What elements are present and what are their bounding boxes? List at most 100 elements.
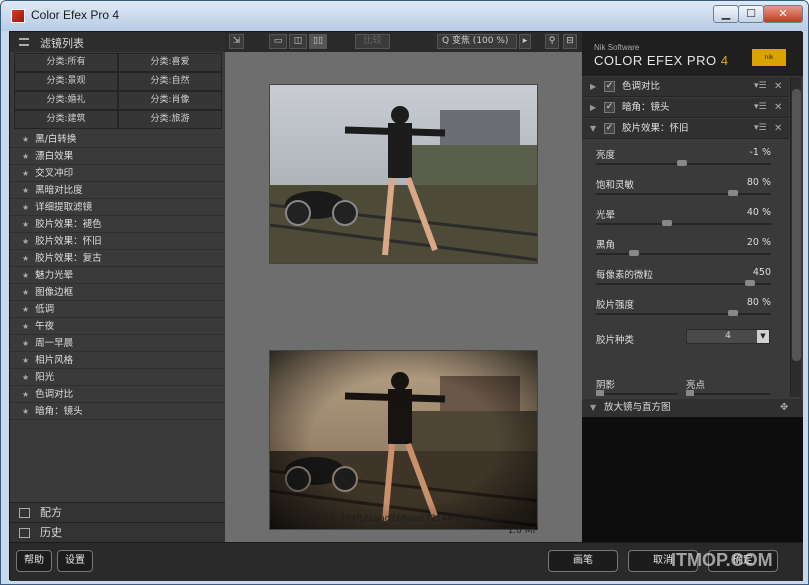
film-type-select[interactable]: 4 ▼ bbox=[686, 329, 770, 344]
slider-knob[interactable] bbox=[744, 280, 755, 286]
panel-scrollbar[interactable] bbox=[790, 77, 801, 397]
star-icon[interactable]: ★ bbox=[22, 203, 29, 212]
filter-item[interactable]: ★ 午夜 bbox=[10, 318, 225, 335]
star-icon[interactable]: ★ bbox=[22, 186, 29, 195]
side-by-side-icon[interactable]: ▯▯ bbox=[309, 34, 327, 49]
star-icon[interactable]: ★ bbox=[22, 152, 29, 161]
chevron-down-icon[interactable]: ▼ bbox=[757, 330, 769, 343]
slider-grain[interactable]: 每像素的微粒 450 bbox=[582, 264, 789, 294]
category-portrait[interactable]: 分类:肖像 bbox=[118, 91, 222, 110]
pin-icon[interactable]: ✥ bbox=[780, 399, 788, 417]
filter-panel-vignette-lens[interactable]: ▶ ✓ 暗角：镜头 ▾☰ ✕ bbox=[582, 98, 789, 118]
shadows-knob[interactable] bbox=[596, 390, 604, 396]
filter-item[interactable]: ★ 胶片效果：复古 bbox=[10, 250, 225, 267]
star-icon[interactable]: ★ bbox=[22, 254, 29, 263]
filter-item[interactable]: ★ 胶片效果：褪色 bbox=[10, 216, 225, 233]
category-all[interactable]: 分类:所有 bbox=[14, 53, 118, 72]
filter-item[interactable]: ★ 魅力光晕 bbox=[10, 267, 225, 284]
expand-arrow-icon[interactable]: ▶ bbox=[590, 77, 596, 96]
star-icon[interactable]: ★ bbox=[22, 305, 29, 314]
slider-knob[interactable] bbox=[728, 310, 738, 316]
settings-button[interactable]: 设置 bbox=[57, 550, 93, 572]
highlights-track[interactable] bbox=[686, 393, 770, 395]
filter-panel-film-vintage[interactable]: ▼ ✓ 胶片效果：怀旧 ▾☰ ✕ bbox=[582, 119, 789, 139]
highlights-knob[interactable] bbox=[686, 390, 694, 396]
slider-brightness[interactable]: 亮度 -1 % bbox=[582, 144, 789, 174]
split-view-icon[interactable]: ◫ bbox=[289, 34, 307, 49]
filter-item[interactable]: ★ 详细提取滤镜 bbox=[10, 199, 225, 216]
filter-item[interactable]: ★ 黑/白转换 bbox=[10, 131, 225, 148]
collapse-arrow-icon[interactable]: ▼ bbox=[590, 119, 596, 138]
slider-track[interactable] bbox=[596, 253, 771, 255]
category-wedding[interactable]: 分类:婚礼 bbox=[14, 91, 118, 110]
slider-knob[interactable] bbox=[676, 160, 687, 166]
shadows-track[interactable] bbox=[596, 393, 678, 395]
slider-knob[interactable] bbox=[662, 220, 672, 226]
loupe-view[interactable] bbox=[582, 417, 803, 542]
category-architecture[interactable]: 分类:建筑 bbox=[14, 110, 118, 129]
panel-menu-icon[interactable]: ▾☰ bbox=[754, 77, 767, 96]
star-icon[interactable]: ★ bbox=[22, 220, 29, 229]
enable-checkbox[interactable]: ✓ bbox=[604, 81, 615, 92]
star-icon[interactable]: ★ bbox=[22, 288, 29, 297]
scrollbar-thumb[interactable] bbox=[792, 89, 801, 361]
filter-item[interactable]: ★ 阳光 bbox=[10, 369, 225, 386]
slider-track[interactable] bbox=[596, 193, 771, 195]
star-icon[interactable]: ★ bbox=[22, 271, 29, 280]
loupe-histogram-header[interactable]: ▼ 放大镜与直方图 ✥ bbox=[582, 399, 803, 417]
slider-film-strength[interactable]: 胶片强度 80 % bbox=[582, 294, 789, 324]
pin-icon[interactable]: ⚲ bbox=[545, 34, 559, 49]
single-view-icon[interactable]: ▭ bbox=[269, 34, 287, 49]
history-tab[interactable]: 历史 bbox=[10, 522, 225, 542]
enable-checkbox[interactable]: ✓ bbox=[604, 102, 615, 113]
category-landscape[interactable]: 分类:景观 bbox=[14, 72, 118, 91]
panel-menu-icon[interactable]: ▾☰ bbox=[754, 119, 767, 138]
brush-button[interactable]: 画笔 bbox=[548, 550, 618, 572]
slider-vignette[interactable]: 黑角 20 % bbox=[582, 234, 789, 264]
title-bar[interactable]: Color Efex Pro 4 ▁ ☐ ✕ bbox=[1, 1, 808, 31]
filter-item[interactable]: ★ 交叉冲印 bbox=[10, 165, 225, 182]
zoom-dropdown[interactable]: Q 变焦 (100 %) bbox=[437, 34, 517, 49]
close-icon[interactable]: ✕ bbox=[774, 77, 782, 96]
compare-button[interactable]: 比较 bbox=[355, 34, 390, 49]
minimize-button[interactable]: ▁ bbox=[713, 5, 739, 23]
star-icon[interactable]: ★ bbox=[22, 169, 29, 178]
filter-item[interactable]: ★ 低调 bbox=[10, 301, 225, 318]
filter-item[interactable]: ★ 暗角：镜头 bbox=[10, 403, 225, 420]
category-travel[interactable]: 分类:旅游 bbox=[118, 110, 222, 129]
category-favorites[interactable]: 分类:喜爱 bbox=[118, 53, 222, 72]
preview-canvas[interactable]: 20100623_39afbf1aad266ae67214MlpeXegH4XW… bbox=[225, 52, 582, 542]
star-icon[interactable]: ★ bbox=[22, 373, 29, 382]
filter-item[interactable]: ★ 周一早晨 bbox=[10, 335, 225, 352]
filter-item[interactable]: ★ 黑暗对比度 bbox=[10, 182, 225, 199]
slider-saturation[interactable]: 饱和灵敏 80 % bbox=[582, 174, 789, 204]
slider-glow[interactable]: 光晕 40 % bbox=[582, 204, 789, 234]
filter-list-header[interactable]: 滤镜列表 bbox=[10, 32, 225, 52]
star-icon[interactable]: ★ bbox=[22, 356, 29, 365]
panel-menu-icon[interactable]: ▾☰ bbox=[754, 98, 767, 117]
star-icon[interactable]: ★ bbox=[22, 407, 29, 416]
filter-item[interactable]: ★ 色调对比 bbox=[10, 386, 225, 403]
enable-checkbox[interactable]: ✓ bbox=[604, 123, 615, 134]
filter-item[interactable]: ★ 相片风格 bbox=[10, 352, 225, 369]
star-icon[interactable]: ★ bbox=[22, 237, 29, 246]
slider-knob[interactable] bbox=[629, 250, 639, 256]
star-icon[interactable]: ★ bbox=[22, 390, 29, 399]
filter-item[interactable]: ★ 胶片效果：怀旧 bbox=[10, 233, 225, 250]
close-icon[interactable]: ✕ bbox=[774, 119, 782, 138]
slider-track[interactable] bbox=[596, 223, 771, 225]
filter-panel-tonal-contrast[interactable]: ▶ ✓ 色调对比 ▾☰ ✕ bbox=[582, 77, 789, 97]
recipes-tab[interactable]: 配方 bbox=[10, 502, 225, 522]
expand-arrow-icon[interactable]: ▶ bbox=[590, 98, 596, 117]
expand-arrow-icon[interactable]: ▼ bbox=[590, 399, 596, 417]
filter-item[interactable]: ★ 漂白效果 bbox=[10, 148, 225, 165]
chevron-right-icon[interactable]: ▸ bbox=[519, 34, 531, 49]
category-nature[interactable]: 分类:自然 bbox=[118, 72, 222, 91]
close-button[interactable]: ✕ bbox=[763, 5, 803, 23]
slider-knob[interactable] bbox=[728, 190, 738, 196]
navigator-icon[interactable]: ⊟ bbox=[563, 34, 577, 49]
close-icon[interactable]: ✕ bbox=[774, 98, 782, 117]
maximize-button[interactable]: ☐ bbox=[738, 5, 764, 23]
export-icon[interactable]: ⇲ bbox=[229, 34, 244, 49]
help-button[interactable]: 帮助 bbox=[16, 550, 52, 572]
